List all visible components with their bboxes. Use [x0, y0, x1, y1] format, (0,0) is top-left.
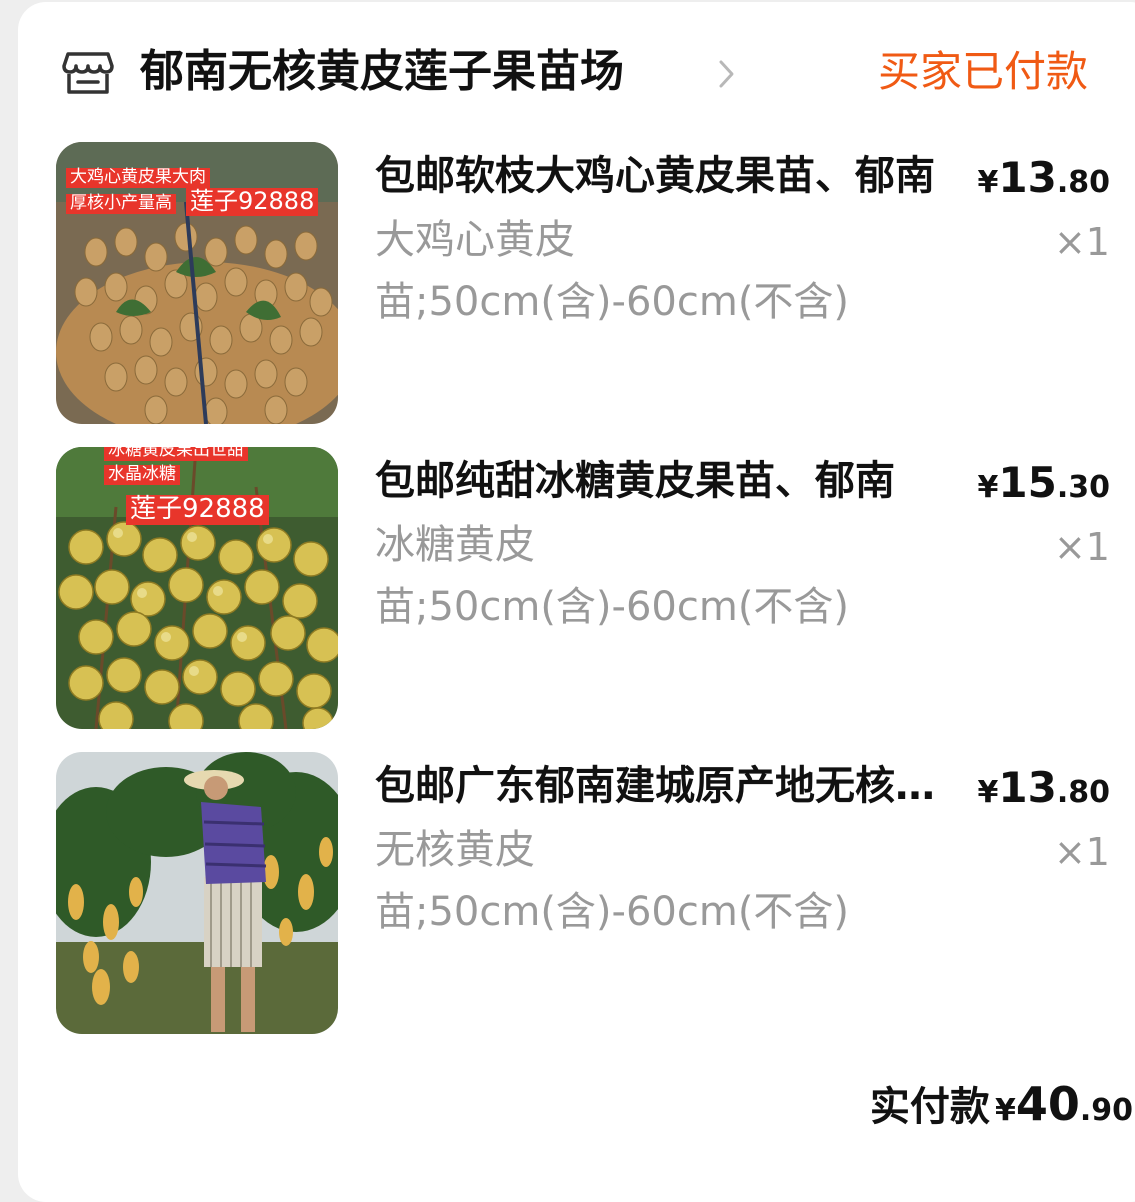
item-variant: 冰糖黄皮 [375, 522, 535, 568]
total-currency: ¥ [994, 1093, 1016, 1128]
store-icon [62, 52, 114, 94]
image-caption: 冰糖黄皮果出世甜 [104, 447, 248, 461]
shop-header[interactable]: 郁南无核黄皮莲子果苗场 买家已付款 [18, 2, 1135, 138]
item-spec: 苗;50cm(含)-60cm(不含) [375, 279, 850, 325]
total-integer: 40 [1015, 1077, 1080, 1131]
item-price-decimal: .80 [1056, 775, 1110, 810]
chevron-right-icon[interactable] [716, 58, 738, 90]
image-caption: 大鸡心黄皮果大肉 [66, 167, 210, 188]
total-decimal: .90 [1079, 1093, 1133, 1128]
item-price-decimal: .80 [1056, 165, 1110, 200]
item-price-currency: ¥ [977, 470, 999, 505]
item-price-integer: 15 [998, 458, 1057, 507]
item-title[interactable]: 包邮纯甜冰糖黄皮果苗、郁南 [375, 451, 955, 511]
order-item[interactable]: 冰糖黄皮果出世甜 水晶冰糖 莲子92888 包邮纯甜冰糖黄皮果苗、郁南 ¥15.… [18, 447, 1135, 729]
order-status: 买家已付款 [878, 47, 1089, 96]
item-price: ¥13.80 [978, 760, 1110, 825]
item-price-integer: 13 [998, 153, 1057, 202]
product-image[interactable] [56, 752, 338, 1034]
order-total: 实付款 ¥40.90 [870, 1072, 1133, 1147]
product-image[interactable]: 冰糖黄皮果出世甜 水晶冰糖 莲子92888 [56, 447, 338, 729]
image-caption: 水晶冰糖 [104, 464, 180, 485]
item-title[interactable]: 包邮广东郁南建城原产地无核黄皮 [375, 756, 955, 816]
image-caption: 厚核小产量高 [66, 193, 176, 214]
image-caption: 莲子92888 [126, 494, 269, 525]
item-spec: 苗;50cm(含)-60cm(不含) [375, 889, 850, 935]
item-quantity: ×1 [1053, 830, 1110, 874]
item-title[interactable]: 包邮软枝大鸡心黄皮果苗、郁南 [375, 146, 955, 206]
item-quantity: ×1 [1053, 220, 1110, 264]
item-price-decimal: .30 [1056, 470, 1110, 505]
item-spec: 苗;50cm(含)-60cm(不含) [375, 584, 850, 630]
total-label: 实付款 [869, 1084, 990, 1130]
item-price-currency: ¥ [977, 165, 999, 200]
order-card: 郁南无核黄皮莲子果苗场 买家已付款 大鸡心黄皮果大肉 厚核小产量高 莲子9288… [18, 2, 1135, 1202]
item-price-integer: 13 [998, 763, 1057, 812]
item-quantity: ×1 [1053, 525, 1110, 569]
product-image[interactable]: 大鸡心黄皮果大肉 厚核小产量高 莲子92888 [56, 142, 338, 424]
image-caption: 莲子92888 [186, 187, 319, 216]
order-item[interactable]: 大鸡心黄皮果大肉 厚核小产量高 莲子92888 包邮软枝大鸡心黄皮果苗、郁南 ¥… [18, 142, 1135, 424]
shop-name[interactable]: 郁南无核黄皮莲子果苗场 [140, 42, 624, 102]
item-price: ¥13.80 [978, 150, 1110, 215]
item-variant: 无核黄皮 [375, 827, 535, 873]
item-variant: 大鸡心黄皮 [375, 217, 575, 263]
item-price: ¥15.30 [978, 455, 1110, 520]
order-item[interactable]: 包邮广东郁南建城原产地无核黄皮 ¥13.80 无核黄皮 ×1 苗;50cm(含)… [18, 752, 1135, 1034]
item-price-currency: ¥ [977, 775, 999, 810]
